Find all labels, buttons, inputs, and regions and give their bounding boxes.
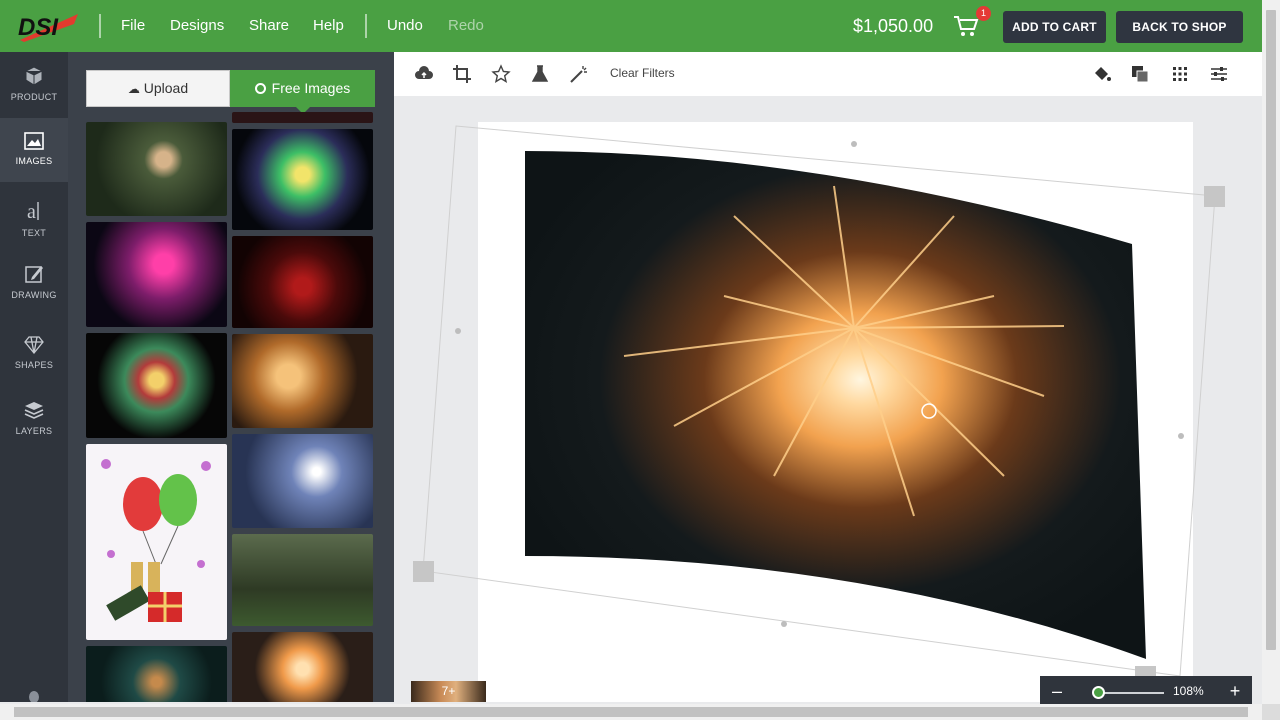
- undo-button[interactable]: Undo: [387, 17, 423, 34]
- cloud-upload-icon[interactable]: [414, 64, 434, 84]
- horizontal-scrollbar[interactable]: [0, 704, 1262, 720]
- side-handle[interactable]: [1178, 433, 1184, 439]
- sidebar-item-label: DRAWING: [11, 290, 57, 300]
- divider: [99, 14, 101, 38]
- arrange-icon[interactable]: [1130, 64, 1150, 84]
- cloud-upload-icon: ☁: [127, 82, 140, 96]
- image-thumbnail[interactable]: [232, 434, 373, 528]
- paint-bucket-icon[interactable]: [1092, 64, 1112, 84]
- clear-filters-button[interactable]: Clear Filters: [610, 66, 675, 80]
- images-panel: ☁ Upload Free Images: [68, 52, 394, 702]
- image-thumbnail[interactable]: [86, 122, 227, 216]
- cube-icon: [25, 66, 43, 86]
- side-handle[interactable]: [781, 621, 787, 627]
- more-layers-button[interactable]: 7+: [411, 681, 486, 702]
- left-sidebar: PRODUCT IMAGES a TEXT DRAWING SHAPES LAY…: [0, 52, 68, 702]
- text-icon: a: [27, 201, 39, 222]
- svg-text:a: a: [27, 201, 36, 222]
- zoom-level: 108%: [1173, 684, 1204, 698]
- sidebar-item-label: SHAPES: [14, 360, 54, 370]
- sidebar-item-drawing[interactable]: DRAWING: [0, 250, 68, 314]
- sparkler-photo: [525, 151, 1146, 659]
- cart-total: $1,050.00: [853, 16, 934, 36]
- image-thumbnail[interactable]: [232, 129, 373, 230]
- image-thumbnail[interactable]: [232, 334, 373, 428]
- sidebar-item-text[interactable]: a TEXT: [0, 186, 68, 250]
- menu-designs[interactable]: Designs: [170, 17, 224, 34]
- image-toolbar: Clear Filters: [394, 52, 1262, 96]
- scroll-corner: [1262, 704, 1280, 720]
- vertical-scrollbar[interactable]: [1262, 0, 1280, 704]
- image-thumbnail[interactable]: [232, 534, 373, 626]
- grid-icon[interactable]: [1170, 64, 1190, 84]
- add-to-cart-button[interactable]: ADD TO CART: [1003, 11, 1106, 43]
- image-thumbnail[interactable]: [232, 632, 373, 702]
- cart-icon[interactable]: [953, 14, 979, 38]
- back-to-shop-button[interactable]: BACK TO SHOP: [1116, 11, 1243, 43]
- scrollbar-thumb[interactable]: [1266, 10, 1276, 650]
- sidebar-item-label: PRODUCT: [10, 92, 58, 102]
- menu-file[interactable]: File: [121, 17, 145, 34]
- layers-icon: [24, 402, 44, 419]
- upload-tab[interactable]: ☁ Upload: [86, 70, 230, 107]
- scrollbar-thumb[interactable]: [14, 707, 1248, 717]
- redo-button[interactable]: Redo: [448, 17, 484, 34]
- zoom-slider-knob[interactable]: [1092, 686, 1105, 699]
- diamond-icon: [24, 336, 44, 354]
- sliders-icon[interactable]: [1209, 64, 1229, 84]
- resize-handle[interactable]: [1204, 186, 1225, 207]
- crop-icon[interactable]: [452, 64, 472, 84]
- image-icon: [24, 132, 44, 150]
- magic-wand-icon[interactable]: [569, 64, 589, 84]
- sidebar-item-layers[interactable]: LAYERS: [0, 386, 68, 450]
- balloons-clipart: [101, 459, 211, 622]
- sidebar-item-shapes[interactable]: SHAPES: [0, 322, 68, 386]
- pencil-icon: [25, 266, 43, 283]
- image-thumbnail[interactable]: [86, 646, 227, 702]
- image-thumbnail[interactable]: [86, 222, 227, 327]
- cart-badge: 1: [976, 6, 991, 21]
- image-thumbnail[interactable]: [232, 112, 373, 123]
- upload-tab-label: Upload: [143, 80, 189, 96]
- canvas-overlay: [422, 125, 1216, 677]
- rotate-handle[interactable]: [851, 141, 857, 147]
- logo-text: DSI: [18, 14, 59, 41]
- sidebar-item-label: IMAGES: [15, 156, 53, 166]
- bug-icon[interactable]: [26, 688, 42, 702]
- star-icon[interactable]: [491, 64, 511, 84]
- image-thumbnail[interactable]: [232, 236, 373, 328]
- menu-help[interactable]: Help: [313, 17, 344, 34]
- image-thumbnail[interactable]: [86, 444, 227, 640]
- top-bar: DSI File Designs Share Help Undo Redo $1…: [0, 0, 1262, 52]
- menu-share[interactable]: Share: [249, 17, 289, 34]
- resize-handle[interactable]: [413, 561, 434, 582]
- free-images-tab-label: Free Images: [271, 80, 351, 96]
- search-icon: [254, 83, 266, 94]
- sidebar-item-label: LAYERS: [15, 426, 53, 436]
- free-images-tab[interactable]: Free Images: [230, 70, 375, 114]
- zoom-slider-track[interactable]: [1096, 692, 1164, 694]
- dsi-logo[interactable]: DSI: [16, 10, 82, 44]
- image-thumbnail[interactable]: [86, 333, 227, 438]
- sidebar-item-label: TEXT: [21, 228, 47, 238]
- sidebar-item-images[interactable]: IMAGES: [0, 118, 68, 182]
- divider: [365, 14, 367, 38]
- flask-icon[interactable]: [530, 64, 550, 84]
- side-handle[interactable]: [455, 328, 461, 334]
- sidebar-item-product[interactable]: PRODUCT: [0, 52, 68, 116]
